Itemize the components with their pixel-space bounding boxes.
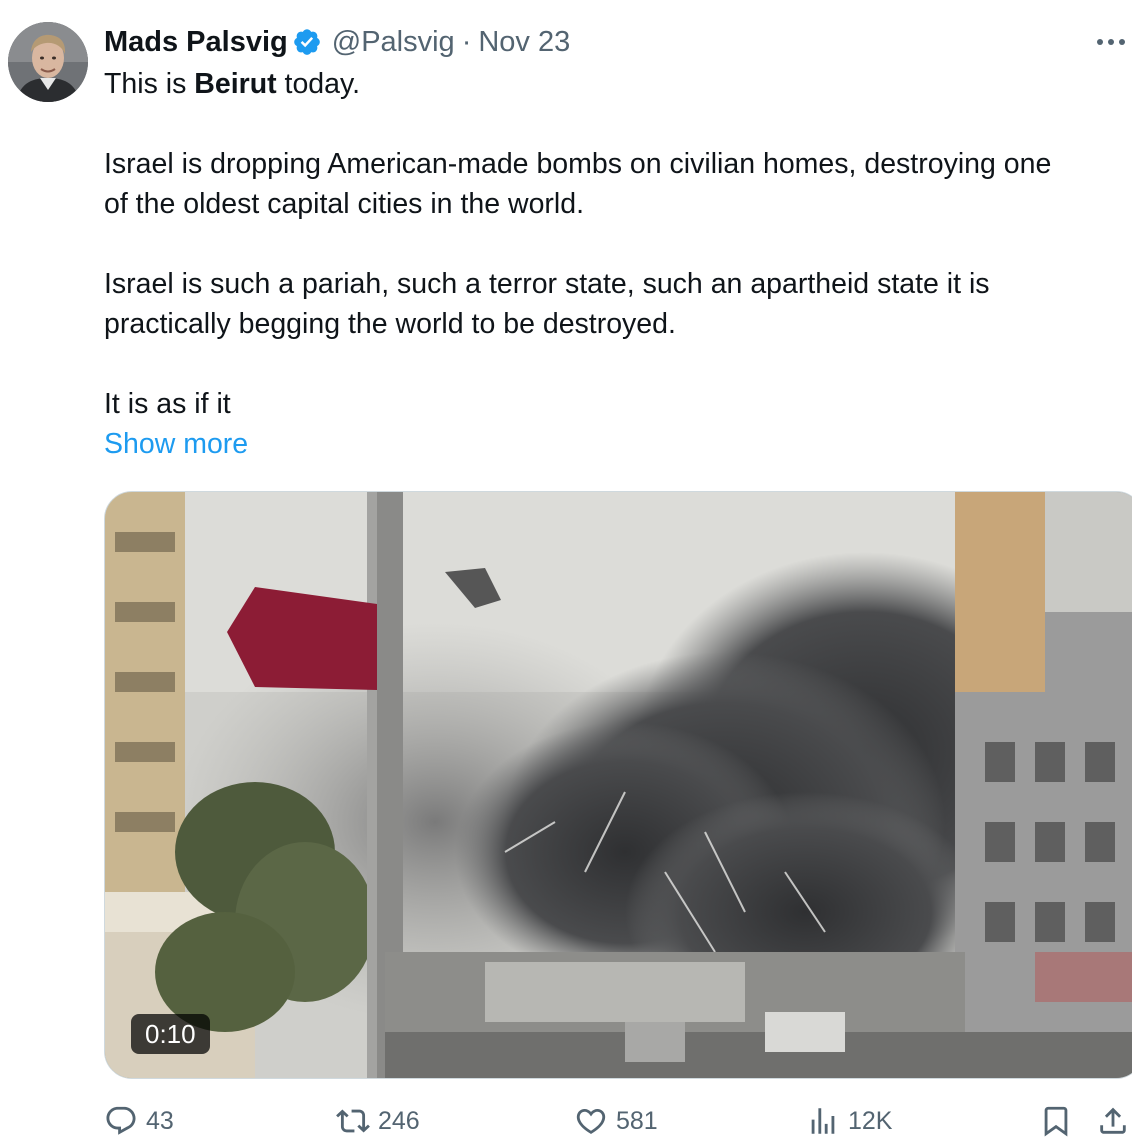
post-text-line: This is Beirut today. bbox=[104, 64, 1132, 104]
avatar-photo bbox=[8, 22, 88, 102]
reply-button[interactable]: 43 bbox=[104, 1100, 174, 1142]
text-segment: This is bbox=[104, 68, 195, 100]
video-player[interactable]: 0:10 bbox=[104, 491, 1132, 1079]
share-button[interactable] bbox=[1096, 1100, 1130, 1142]
post-header: Mads Palsvig @Palsvig · Nov 23 bbox=[104, 22, 570, 62]
author-handle[interactable]: @Palsvig bbox=[332, 26, 455, 59]
views-count: 12K bbox=[848, 1106, 893, 1135]
post-text-line: It is as if it bbox=[104, 388, 231, 420]
separator-dot: · bbox=[461, 25, 472, 58]
post-actions: 43 246 581 12K bbox=[104, 1100, 1132, 1142]
views-button[interactable]: 12K bbox=[806, 1100, 892, 1142]
repost-icon bbox=[336, 1109, 370, 1133]
text-segment: today. bbox=[276, 68, 361, 100]
repost-button[interactable]: 246 bbox=[336, 1100, 420, 1142]
post-text-line: Israel is such a pariah, such a terror s… bbox=[104, 268, 990, 300]
more-options-icon[interactable] bbox=[1094, 28, 1128, 56]
show-more-link[interactable]: Show more bbox=[104, 424, 1132, 464]
share-icon bbox=[1100, 1107, 1126, 1134]
author-name[interactable]: Mads Palsvig bbox=[104, 26, 288, 59]
post-text-line: practically begging the world to be dest… bbox=[104, 308, 676, 340]
repost-count: 246 bbox=[378, 1106, 420, 1135]
bookmark-button[interactable] bbox=[1039, 1100, 1073, 1142]
video-duration: 0:10 bbox=[131, 1014, 210, 1054]
like-button[interactable]: 581 bbox=[574, 1100, 658, 1142]
reply-count: 43 bbox=[146, 1106, 174, 1135]
post-text-line: of the oldest capital cities in the worl… bbox=[104, 188, 585, 220]
heart-icon bbox=[576, 1108, 606, 1134]
verified-badge-icon bbox=[292, 27, 322, 57]
reply-icon bbox=[106, 1106, 136, 1135]
video-thumbnail bbox=[105, 492, 1132, 1078]
views-chart-icon bbox=[811, 1108, 835, 1134]
text-bold-segment: Beirut bbox=[194, 68, 277, 100]
post-date[interactable]: Nov 23 bbox=[478, 26, 570, 59]
post-text-line: Israel is dropping American-made bombs o… bbox=[104, 148, 1052, 180]
post-text: This is Beirut today. Israel is dropping… bbox=[104, 64, 1132, 464]
like-count: 581 bbox=[616, 1106, 658, 1135]
bookmark-icon bbox=[1044, 1106, 1068, 1137]
author-avatar[interactable] bbox=[8, 22, 88, 102]
